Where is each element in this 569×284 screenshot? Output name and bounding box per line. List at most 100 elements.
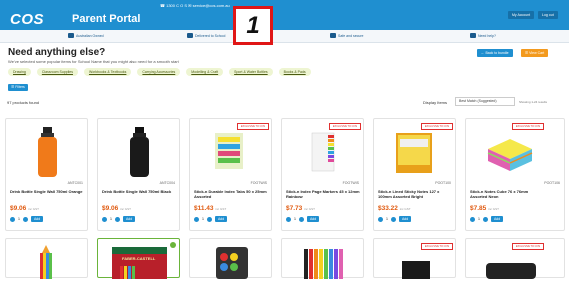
decrease-button[interactable] bbox=[194, 216, 199, 222]
sort-label: Display Items bbox=[423, 100, 448, 105]
product-card[interactable] bbox=[281, 238, 364, 279]
price-value: $33.22 bbox=[378, 205, 398, 212]
price-unit: inc GST bbox=[399, 207, 411, 211]
decrease-button[interactable] bbox=[10, 216, 15, 222]
product-price: $11.43 inc GST bbox=[194, 205, 226, 212]
quantity-value[interactable]: 1 bbox=[478, 217, 480, 221]
quantity-value[interactable]: 1 bbox=[294, 217, 296, 221]
exclusive-badge: EXCLUSIVE TO COS bbox=[421, 243, 453, 250]
add-to-cart-button[interactable]: Add bbox=[30, 216, 44, 222]
quantity-stepper: 1 Add bbox=[470, 216, 504, 222]
price-value: $9.06 bbox=[102, 205, 119, 212]
chip-sport-water-bottles[interactable]: Sport & Water Bottles bbox=[229, 68, 273, 76]
price-value: $11.43 bbox=[194, 205, 214, 212]
quantity-value[interactable]: 1 bbox=[202, 217, 204, 221]
paint-set-image bbox=[216, 247, 248, 279]
product-image-notes-cube[interactable] bbox=[466, 119, 549, 179]
quantity-value[interactable]: 1 bbox=[18, 217, 20, 221]
product-image-page-markers[interactable] bbox=[282, 119, 365, 179]
quantity-stepper: 1 Add bbox=[10, 216, 44, 222]
product-price: $33.22 inc GST bbox=[378, 205, 411, 212]
product-name[interactable]: Stick-n Index Page Markers 45 x 12mm Rai… bbox=[286, 189, 361, 199]
product-card-selected[interactable]: FABER-CASTELL bbox=[97, 238, 180, 279]
product-price: $9.06 inc GST bbox=[10, 205, 39, 212]
product-price: $7.85 inc GST bbox=[470, 205, 499, 212]
product-name[interactable]: Stick-n Durable Index Tabs 50 x 25mm Ass… bbox=[194, 189, 269, 199]
product-image-index-tabs[interactable] bbox=[190, 119, 273, 179]
product-card[interactable] bbox=[5, 238, 88, 279]
step-badge: 1 bbox=[233, 6, 273, 45]
chip-modelling-craft[interactable]: Modelling & Craft bbox=[186, 68, 224, 76]
logout-button[interactable]: Log out bbox=[538, 11, 558, 19]
selected-indicator-icon bbox=[170, 242, 176, 248]
decrease-button[interactable] bbox=[102, 216, 107, 222]
product-code: ANTC004 bbox=[159, 181, 175, 185]
add-to-cart-button[interactable]: Add bbox=[398, 216, 412, 222]
bottle-icon bbox=[130, 127, 149, 177]
sort-select[interactable]: Best Match (Suggested) bbox=[455, 97, 515, 106]
product-name[interactable]: Drink Bottle Single Wall 750ml Orange bbox=[10, 189, 85, 194]
product-card[interactable]: ANTC004 Drink Bottle Single Wall 750ml B… bbox=[97, 118, 180, 231]
feature-help: Need help? bbox=[470, 33, 496, 38]
product-name[interactable]: Drink Bottle Single Wall 750ml Black bbox=[102, 189, 177, 194]
price-unit: inc GST bbox=[120, 207, 131, 211]
product-name[interactable]: Stick-n Lined Sticky Notes 127 x 100mm A… bbox=[378, 189, 453, 199]
add-to-cart-button[interactable]: Add bbox=[214, 216, 228, 222]
increase-button[interactable] bbox=[298, 216, 304, 222]
chip-drawing[interactable]: Drawing bbox=[8, 68, 31, 76]
product-card[interactable]: EXCLUSIVE TO COS FOOTWIS Stick-n Durable… bbox=[189, 118, 272, 231]
decrease-button[interactable] bbox=[286, 216, 291, 222]
increase-button[interactable] bbox=[390, 216, 396, 222]
product-card[interactable]: EXCLUSIVE TO COS bbox=[373, 238, 456, 279]
back-to-bundle-button[interactable]: ← Back to bundle bbox=[477, 49, 513, 57]
decrease-button[interactable] bbox=[470, 216, 475, 222]
school-icon bbox=[187, 33, 193, 38]
decrease-button[interactable] bbox=[378, 216, 383, 222]
cos-logo[interactable]: COS bbox=[10, 11, 44, 28]
product-card[interactable]: EXCLUSIVE TO COS bbox=[465, 238, 565, 279]
product-code: ANTC001 bbox=[67, 181, 83, 185]
chip-workbooks[interactable]: Workbooks & Textbooks bbox=[83, 68, 132, 76]
feature-secure: Safe and secure bbox=[330, 33, 364, 38]
product-image-orange-bottle[interactable] bbox=[6, 119, 89, 179]
help-icon bbox=[470, 33, 476, 38]
results-range: Showing 1-24 results bbox=[519, 100, 548, 104]
price-value: $9.06 bbox=[10, 205, 27, 212]
faber-castell-brand: FABER-CASTELL bbox=[122, 256, 156, 261]
add-to-cart-button[interactable]: Add bbox=[122, 216, 136, 222]
increase-button[interactable] bbox=[482, 216, 488, 222]
chip-carrying-accessories[interactable]: Carrying Accessories bbox=[137, 68, 181, 76]
view-cart-button[interactable]: ☰ View Cart bbox=[521, 49, 549, 57]
quantity-stepper: 1 Add bbox=[286, 216, 320, 222]
my-account-button[interactable]: My Account bbox=[508, 11, 535, 19]
product-card[interactable]: ANTC001 Drink Bottle Single Wall 750ml O… bbox=[5, 118, 88, 231]
bottle-icon bbox=[38, 127, 57, 177]
index-tabs-icon bbox=[215, 133, 243, 169]
product-code: POOT106 bbox=[544, 181, 560, 185]
page-title: Need anything else? bbox=[8, 47, 106, 58]
feature-label: Australian Owned bbox=[76, 33, 104, 38]
product-card[interactable]: EXCLUSIVE TO COS POOT106 Stick-n Notes C… bbox=[465, 118, 565, 231]
quantity-stepper: 1 Add bbox=[194, 216, 228, 222]
product-card[interactable] bbox=[189, 238, 272, 279]
quantity-value[interactable]: 1 bbox=[110, 217, 112, 221]
product-card[interactable]: EXCLUSIVE TO COS FOOTWIS Stick-n Index P… bbox=[281, 118, 364, 231]
chip-classroom-supplies[interactable]: Classroom Supplies bbox=[36, 68, 78, 76]
contact-info: ☎ 1300 C O S ✉ service@cos.com.au bbox=[160, 3, 230, 8]
add-to-cart-button[interactable]: Add bbox=[306, 216, 320, 222]
product-image-lined-notes[interactable] bbox=[374, 119, 457, 179]
chip-books-pads[interactable]: Books & Pads bbox=[278, 68, 311, 76]
product-price: $7.73 inc GST bbox=[286, 205, 315, 212]
product-name[interactable]: Stick-n Notes Cube 76 x 76mm Assorted Ne… bbox=[470, 189, 545, 199]
increase-button[interactable] bbox=[22, 216, 28, 222]
quantity-value[interactable]: 1 bbox=[386, 217, 388, 221]
feature-delivered: Delivered to School bbox=[187, 33, 225, 38]
increase-button[interactable] bbox=[206, 216, 212, 222]
product-card[interactable]: EXCLUSIVE TO COS POOT100 Stick-n Lined S… bbox=[373, 118, 456, 231]
category-chips: Drawing Classroom Supplies Workbooks & T… bbox=[8, 68, 311, 76]
lock-icon bbox=[330, 33, 336, 38]
add-to-cart-button[interactable]: Add bbox=[490, 216, 504, 222]
filters-button[interactable]: ☰ Filters bbox=[8, 84, 28, 91]
product-image-black-bottle[interactable] bbox=[98, 119, 181, 179]
increase-button[interactable] bbox=[114, 216, 120, 222]
